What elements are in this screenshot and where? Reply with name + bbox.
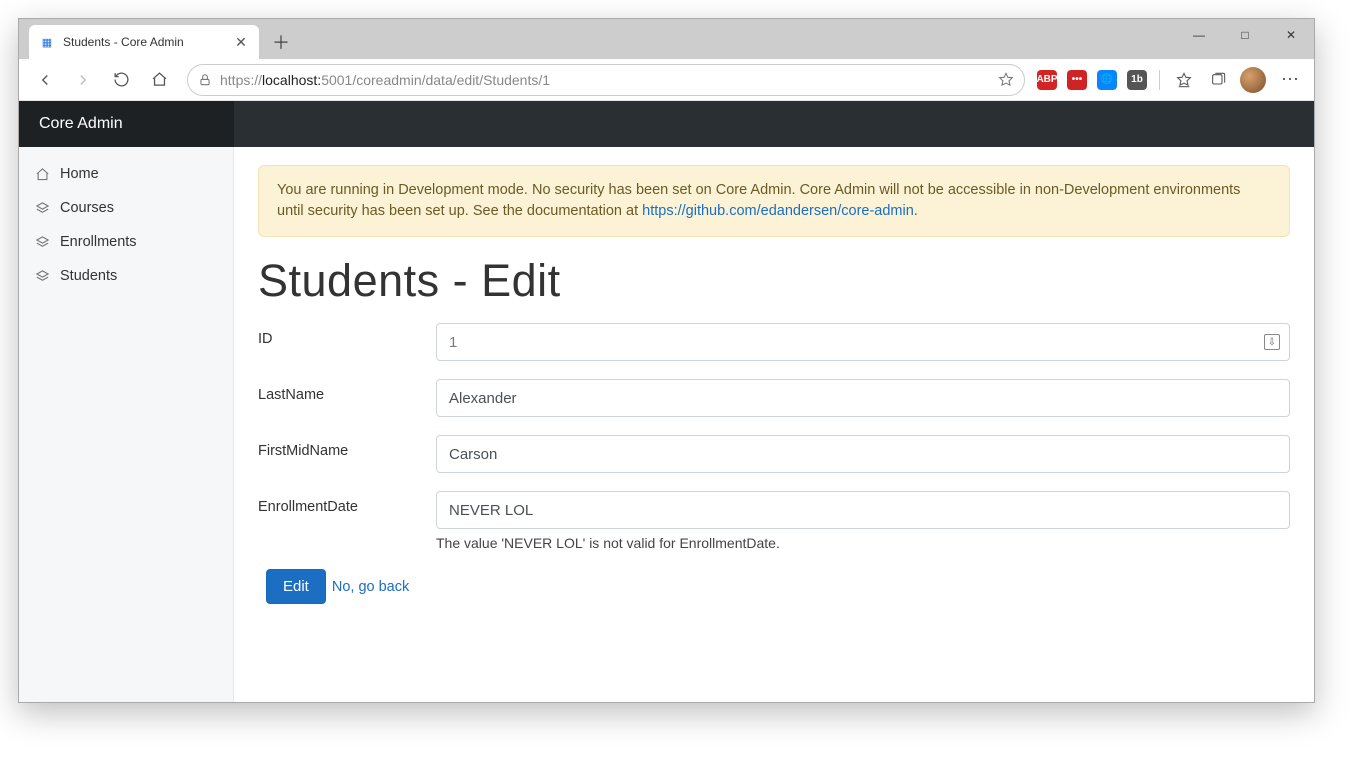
form-row-enrollmentdate: EnrollmentDate The value 'NEVER LOL' is … bbox=[258, 491, 1290, 551]
autofill-icon[interactable]: ⇩ bbox=[1264, 334, 1280, 350]
app-header: Core Admin bbox=[19, 101, 1314, 147]
brand[interactable]: Core Admin bbox=[19, 101, 234, 147]
sidebar-item-label: Home bbox=[60, 166, 99, 182]
browser-toolbar: https://localhost:5001/coreadmin/data/ed… bbox=[19, 59, 1314, 101]
maximize-button[interactable]: □ bbox=[1222, 19, 1268, 51]
new-tab-button[interactable]: ＋ bbox=[265, 26, 297, 58]
enrollmentdate-input[interactable] bbox=[436, 491, 1290, 529]
collections-icon[interactable] bbox=[1206, 64, 1230, 96]
dev-mode-alert: You are running in Development mode. No … bbox=[258, 165, 1290, 237]
favorite-icon[interactable] bbox=[998, 72, 1014, 88]
form-actions: Edit No, go back bbox=[266, 569, 1290, 604]
field-label: ID bbox=[258, 323, 436, 347]
close-window-button[interactable]: ✕ bbox=[1268, 19, 1314, 51]
page-title: Students - Edit bbox=[258, 255, 1290, 307]
more-menu-icon[interactable]: ⋯ bbox=[1276, 64, 1304, 96]
edit-button[interactable]: Edit bbox=[266, 569, 326, 604]
sidebar-item-home[interactable]: Home bbox=[19, 157, 233, 191]
sidebar-item-label: Enrollments bbox=[60, 234, 137, 250]
sidebar-item-students[interactable]: Students bbox=[19, 259, 233, 293]
back-icon bbox=[36, 71, 54, 89]
validation-message: The value 'NEVER LOL' is not valid for E… bbox=[436, 535, 1290, 551]
url-text: https://localhost:5001/coreadmin/data/ed… bbox=[220, 72, 990, 88]
layers-icon bbox=[35, 269, 50, 284]
forward-icon bbox=[74, 71, 92, 89]
tab-title: Students - Core Admin bbox=[63, 35, 225, 49]
browser-window: ▦ Students - Core Admin ✕ ＋ — □ ✕ bbox=[18, 18, 1315, 703]
lastpass-icon[interactable]: ••• bbox=[1067, 70, 1087, 90]
lock-icon bbox=[198, 73, 212, 87]
forward-button bbox=[67, 64, 99, 96]
field-label: FirstMidName bbox=[258, 435, 436, 459]
window-controls: — □ ✕ bbox=[1176, 19, 1314, 51]
layers-icon bbox=[35, 201, 50, 216]
alert-docs-link[interactable]: https://github.com/edandersen/core-admin bbox=[642, 203, 914, 219]
onenote-icon[interactable]: 1b bbox=[1127, 70, 1147, 90]
favorites-bar-icon[interactable] bbox=[1172, 64, 1196, 96]
content-area: You are running in Development mode. No … bbox=[234, 147, 1314, 702]
sidebar-item-label: Students bbox=[60, 268, 117, 284]
close-tab-icon[interactable]: ✕ bbox=[233, 34, 249, 50]
titlebar: ▦ Students - Core Admin ✕ ＋ — □ ✕ bbox=[19, 19, 1314, 59]
home-button[interactable] bbox=[143, 64, 175, 96]
abp-icon[interactable]: ABP bbox=[1037, 70, 1057, 90]
app-body: Home Courses Enrollments Students You ar bbox=[19, 147, 1314, 702]
divider bbox=[1159, 70, 1160, 90]
sidebar-item-label: Courses bbox=[60, 200, 114, 216]
home-icon bbox=[35, 167, 50, 182]
go-back-link[interactable]: No, go back bbox=[332, 579, 409, 595]
profile-avatar[interactable] bbox=[1240, 67, 1266, 93]
globe-icon[interactable]: 🌐 bbox=[1097, 70, 1117, 90]
field-label: LastName bbox=[258, 379, 436, 403]
layers-icon bbox=[35, 235, 50, 250]
refresh-button[interactable] bbox=[105, 64, 137, 96]
refresh-icon bbox=[113, 71, 130, 88]
sidebar: Home Courses Enrollments Students bbox=[19, 147, 234, 702]
extension-icons: ABP ••• 🌐 1b ⋯ bbox=[1037, 64, 1304, 96]
app-root: Core Admin Home Courses Enrollments bbox=[19, 101, 1314, 702]
lastname-input[interactable] bbox=[436, 379, 1290, 417]
sidebar-item-courses[interactable]: Courses bbox=[19, 191, 233, 225]
firstmidname-input[interactable] bbox=[436, 435, 1290, 473]
sidebar-item-enrollments[interactable]: Enrollments bbox=[19, 225, 233, 259]
form-row-id: ID ⇩ bbox=[258, 323, 1290, 361]
minimize-button[interactable]: — bbox=[1176, 19, 1222, 51]
back-button[interactable] bbox=[29, 64, 61, 96]
id-input bbox=[436, 323, 1290, 361]
address-bar[interactable]: https://localhost:5001/coreadmin/data/ed… bbox=[187, 64, 1025, 96]
home-icon bbox=[151, 71, 168, 88]
form-row-lastname: LastName bbox=[258, 379, 1290, 417]
favicon-icon: ▦ bbox=[39, 34, 55, 50]
field-label: EnrollmentDate bbox=[258, 491, 436, 515]
browser-tab[interactable]: ▦ Students - Core Admin ✕ bbox=[29, 25, 259, 59]
form-row-firstmidname: FirstMidName bbox=[258, 435, 1290, 473]
alert-text-suffix: . bbox=[914, 203, 918, 219]
